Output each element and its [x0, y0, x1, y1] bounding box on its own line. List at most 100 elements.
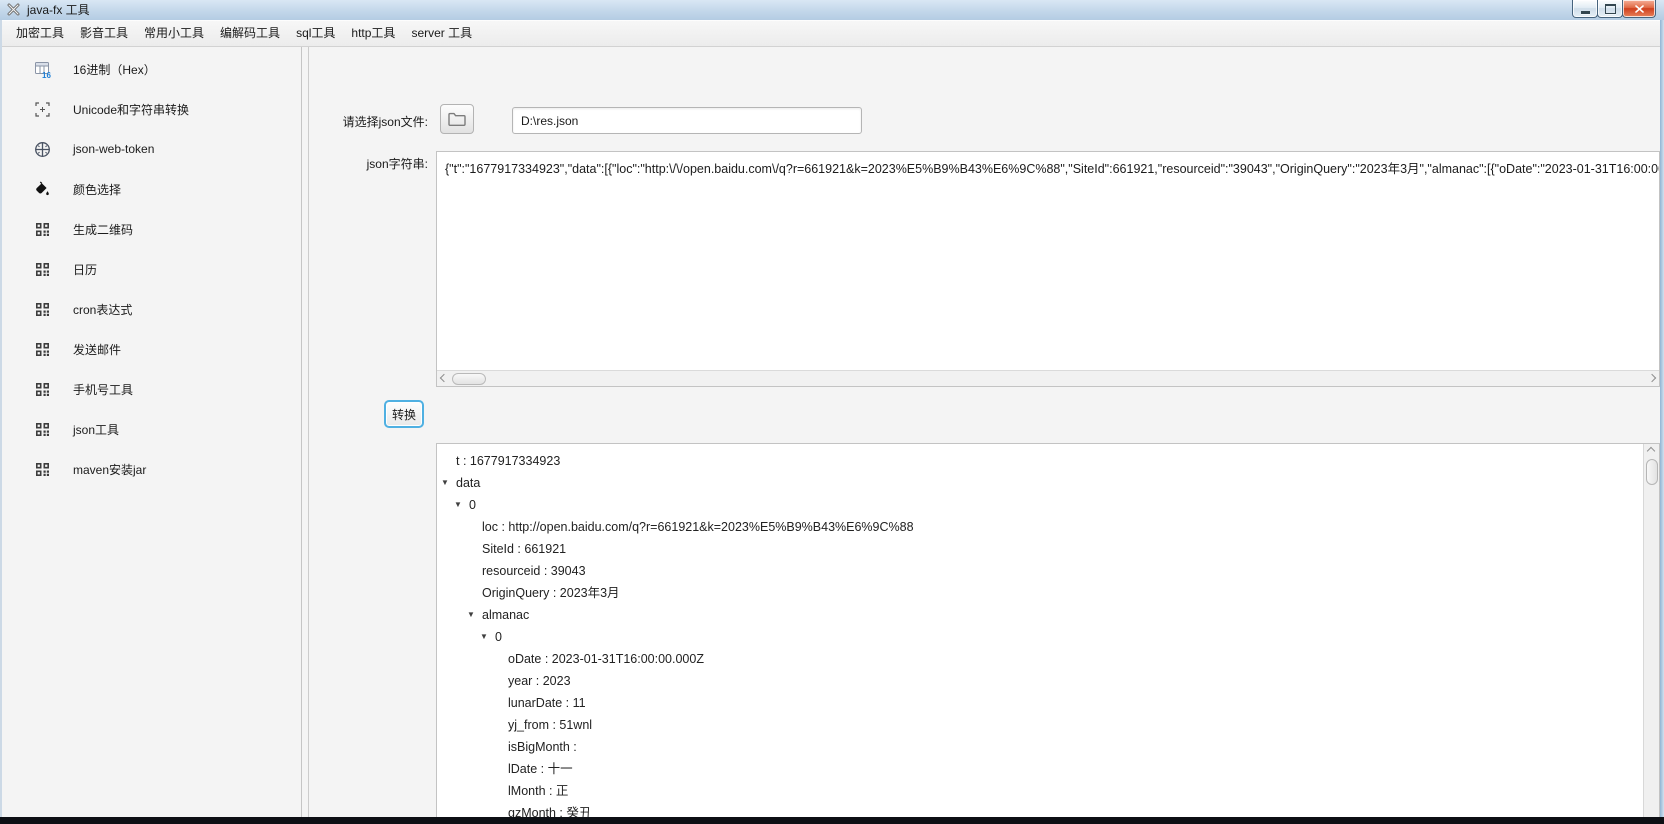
qrcode-icon — [33, 380, 51, 398]
tree-rows: t : 1677917334923▼data▼0loc : http://ope… — [437, 450, 1659, 824]
tree-row[interactable]: ▼almanac — [437, 604, 1659, 626]
tree-row-text: isBigMonth : — [508, 736, 580, 758]
tree-row[interactable]: year : 2023 — [437, 670, 1659, 692]
folder-icon — [448, 112, 466, 126]
tree-row[interactable]: lMonth : 正 — [437, 780, 1659, 802]
menu-item[interactable]: 编解码工具 — [212, 21, 288, 46]
unicode-icon — [33, 100, 51, 118]
tree-row-text: oDate : 2023-01-31T16:00:00.000Z — [508, 648, 704, 670]
tree-row-text: lDate : 十一 — [508, 758, 573, 780]
qrcode-icon — [33, 300, 51, 318]
maximize-icon — [1605, 4, 1616, 14]
globe-icon — [33, 140, 51, 158]
window-right-border — [1660, 20, 1664, 824]
tree-row[interactable]: yj_from : 51wnl — [437, 714, 1659, 736]
qrcode-icon — [33, 460, 51, 478]
sidebar-item[interactable]: 生成二维码 — [2, 209, 301, 249]
title-bar: java-fx 工具 — [0, 0, 1664, 21]
vertical-scrollbar[interactable] — [1643, 444, 1659, 823]
chevron-right-icon — [1648, 374, 1656, 382]
menu-item[interactable]: server 工具 — [403, 21, 480, 46]
sidebar-item-label: maven安装jar — [73, 461, 146, 478]
app-icon — [6, 2, 21, 17]
window-title: java-fx 工具 — [27, 0, 90, 20]
tree-row-text: 0 — [495, 626, 502, 648]
browse-file-button[interactable] — [440, 104, 474, 134]
convert-button-label: 转换 — [392, 406, 416, 423]
tree-row-text: lunarDate : 11 — [508, 692, 586, 714]
minimize-button[interactable] — [1572, 0, 1598, 18]
sidebar-item[interactable]: maven安装jar — [2, 449, 301, 489]
maximize-button[interactable] — [1597, 0, 1623, 18]
tree-row-text: lMonth : 正 — [508, 780, 568, 802]
chevron-left-icon — [440, 374, 448, 382]
svg-text:16: 16 — [42, 71, 51, 78]
split-pane-divider[interactable] — [308, 47, 309, 818]
scroll-up-button[interactable] — [1644, 444, 1658, 458]
sidebar-item-label: 颜色选择 — [73, 181, 121, 198]
menu-item[interactable]: 加密工具 — [8, 21, 72, 46]
file-path-input[interactable] — [512, 107, 862, 134]
tree-row-text: 0 — [469, 494, 476, 516]
tree-row-text: resourceid : 39043 — [482, 560, 586, 582]
scroll-left-button[interactable] — [437, 371, 451, 385]
scroll-right-button[interactable] — [1645, 371, 1659, 385]
tree-expand-arrow-icon[interactable]: ▼ — [480, 626, 495, 648]
sidebar-item[interactable]: 日历 — [2, 249, 301, 289]
file-select-label: 请选择json文件: — [318, 113, 428, 130]
menu-item[interactable]: 影音工具 — [72, 21, 136, 46]
tree-row-text: yj_from : 51wnl — [508, 714, 592, 736]
vertical-scrollbar-thumb[interactable] — [1646, 459, 1658, 485]
sidebar-item[interactable]: 发送邮件 — [2, 329, 301, 369]
tree-row[interactable]: loc : http://open.baidu.com/q?r=661921&k… — [437, 516, 1659, 538]
sidebar-item[interactable]: 16 16进制（Hex） — [2, 49, 301, 89]
sidebar: 16 16进制（Hex） Unicode和字符串转换 json-web-token 颜色… — [2, 47, 302, 824]
tree-row[interactable]: oDate : 2023-01-31T16:00:00.000Z — [437, 648, 1659, 670]
menu-item[interactable]: http工具 — [343, 21, 403, 46]
tree-row-text: loc : http://open.baidu.com/q?r=661921&k… — [482, 516, 914, 538]
tree-row-text: data — [456, 472, 480, 494]
sidebar-item-label: cron表达式 — [73, 301, 132, 318]
tree-row[interactable]: isBigMonth : — [437, 736, 1659, 758]
tree-row[interactable]: t : 1677917334923 — [437, 450, 1659, 472]
qrcode-icon — [33, 260, 51, 278]
sidebar-item[interactable]: Unicode和字符串转换 — [2, 89, 301, 129]
sidebar-item-label: 16进制（Hex） — [73, 61, 156, 78]
tree-row[interactable]: ▼0 — [437, 626, 1659, 648]
application-window: java-fx 工具 加密工具影音工具常用小工具编解码工具sql工具http工具… — [0, 0, 1664, 824]
tree-row[interactable]: resourceid : 39043 — [437, 560, 1659, 582]
tree-row[interactable]: SiteId : 661921 — [437, 538, 1659, 560]
tree-row-text: t : 1677917334923 — [456, 450, 560, 472]
sidebar-item[interactable]: json-web-token — [2, 129, 301, 169]
menu-item[interactable]: sql工具 — [288, 21, 343, 46]
menu-bar: 加密工具影音工具常用小工具编解码工具sql工具http工具server 工具 — [0, 20, 1664, 47]
horizontal-scrollbar[interactable] — [437, 370, 1659, 386]
tree-row[interactable]: ▼data — [437, 472, 1659, 494]
tree-row[interactable]: OriginQuery : 2023年3月 — [437, 582, 1659, 604]
json-tree-view[interactable]: t : 1677917334923▼data▼0loc : http://ope… — [436, 443, 1660, 824]
minimize-icon — [1581, 11, 1590, 14]
json-string-label: json字符串: — [318, 155, 428, 172]
tree-expand-arrow-icon[interactable]: ▼ — [441, 472, 456, 494]
tree-row[interactable]: lDate : 十一 — [437, 758, 1659, 780]
tree-row[interactable]: lunarDate : 11 — [437, 692, 1659, 714]
tree-row-text: almanac — [482, 604, 529, 626]
sidebar-item[interactable]: json工具 — [2, 409, 301, 449]
close-button[interactable] — [1622, 0, 1656, 18]
menu-item[interactable]: 常用小工具 — [136, 21, 212, 46]
sidebar-item-label: json-web-token — [73, 142, 154, 156]
tree-row[interactable]: ▼0 — [437, 494, 1659, 516]
sidebar-item[interactable]: 颜色选择 — [2, 169, 301, 209]
json-text-area[interactable]: {"t":"1677917334923","data":[{"loc":"htt… — [436, 151, 1660, 387]
sidebar-item[interactable]: cron表达式 — [2, 289, 301, 329]
screen-bottom-edge — [0, 817, 1664, 824]
sidebar-item-label: json工具 — [73, 421, 119, 438]
tree-expand-arrow-icon[interactable]: ▼ — [467, 604, 482, 626]
sidebar-item-label: 生成二维码 — [73, 221, 133, 238]
close-icon — [1635, 5, 1644, 13]
horizontal-scrollbar-thumb[interactable] — [452, 373, 486, 385]
sidebar-item[interactable]: 手机号工具 — [2, 369, 301, 409]
json-text-content: {"t":"1677917334923","data":[{"loc":"htt… — [437, 152, 1659, 183]
convert-button[interactable]: 转换 — [384, 400, 424, 428]
tree-expand-arrow-icon[interactable]: ▼ — [454, 494, 469, 516]
